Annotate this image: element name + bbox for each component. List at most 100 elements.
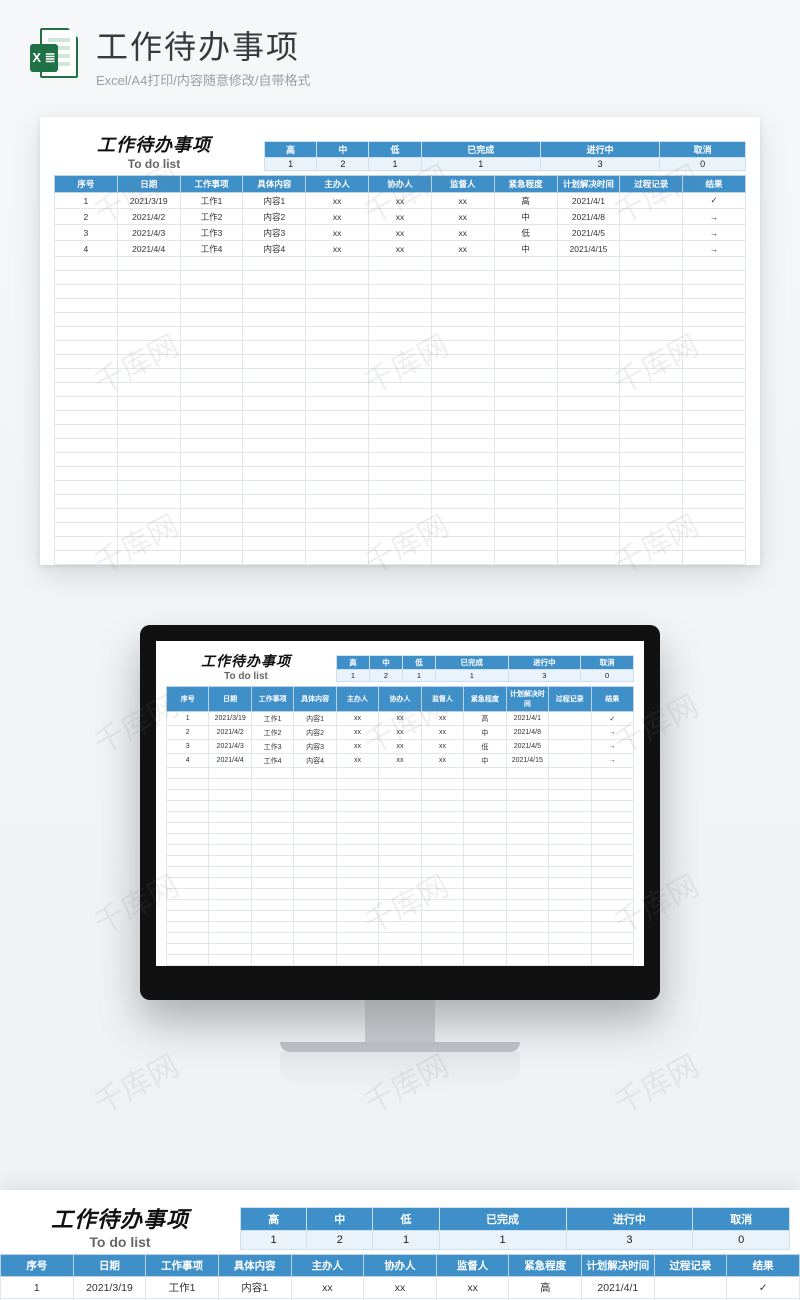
table-cell: xx bbox=[421, 726, 463, 740]
table-cell: xx bbox=[306, 225, 369, 241]
summary-header-cell: 进行中 bbox=[508, 656, 581, 670]
table-cell: 4 bbox=[55, 241, 118, 257]
table-cell: xx bbox=[421, 740, 463, 754]
table-cell: 2021/4/8 bbox=[557, 209, 620, 225]
table-cell: 2021/4/5 bbox=[557, 225, 620, 241]
summary-value-cell: 3 bbox=[540, 158, 659, 171]
column-header: 结果 bbox=[683, 176, 746, 193]
summary-header-cell: 中 bbox=[307, 1208, 373, 1231]
sheet-title-cn: 工作待办事项 bbox=[166, 651, 326, 671]
summary-value-cell: 0 bbox=[660, 158, 746, 171]
table-cell: 内容4 bbox=[243, 241, 306, 257]
column-header: 序号 bbox=[167, 687, 209, 712]
table-cell: xx bbox=[379, 740, 421, 754]
summary-header-cell: 中 bbox=[317, 142, 369, 158]
table-cell: xx bbox=[306, 193, 369, 209]
table-cell: 2021/4/4 bbox=[117, 241, 180, 257]
empty-row bbox=[55, 313, 746, 327]
empty-row bbox=[167, 867, 634, 878]
summary-value-cell: 1 bbox=[436, 670, 509, 682]
column-header: 计划解决时间 bbox=[582, 1255, 655, 1277]
empty-row bbox=[167, 933, 634, 944]
column-header: 日期 bbox=[117, 176, 180, 193]
empty-row bbox=[55, 537, 746, 551]
table-cell: 内容1 bbox=[218, 1277, 291, 1299]
summary-value-cell: 0 bbox=[581, 670, 634, 682]
column-header: 具体内容 bbox=[294, 687, 336, 712]
table-cell: xx bbox=[379, 726, 421, 740]
empty-row bbox=[55, 285, 746, 299]
main-table: 序号日期工作事项具体内容主办人协办人监督人紧急程度计划解决时间过程记录结果 12… bbox=[54, 175, 746, 565]
table-cell: xx bbox=[431, 209, 494, 225]
table-cell: → bbox=[683, 241, 746, 257]
column-header: 过程记录 bbox=[549, 687, 591, 712]
table-cell: 2 bbox=[55, 209, 118, 225]
summary-header-cell: 已完成 bbox=[436, 656, 509, 670]
table-cell: 工作2 bbox=[180, 209, 243, 225]
summary-header-cell: 高 bbox=[265, 142, 317, 158]
table-cell: 工作3 bbox=[251, 740, 293, 754]
table-cell: xx bbox=[379, 712, 421, 726]
table-cell: 工作2 bbox=[251, 726, 293, 740]
table-cell: 2021/4/15 bbox=[506, 754, 548, 768]
summary-value-cell: 3 bbox=[566, 1231, 693, 1250]
column-header: 主办人 bbox=[336, 687, 378, 712]
table-row: 32021/4/3工作3内容3xxxxxx低2021/4/5→ bbox=[55, 225, 746, 241]
monitor-mockup: 工作待办事项 To do list 高中低已完成进行中取消 121130 序号日… bbox=[0, 625, 800, 1092]
empty-row bbox=[55, 439, 746, 453]
table-cell bbox=[549, 712, 591, 726]
summary-header-cell: 进行中 bbox=[540, 142, 659, 158]
column-header: 协办人 bbox=[364, 1255, 437, 1277]
table-cell: 高 bbox=[464, 712, 506, 726]
summary-value-cell: 2 bbox=[370, 670, 403, 682]
empty-row bbox=[55, 481, 746, 495]
table-cell: xx bbox=[291, 1277, 364, 1299]
column-header: 监督人 bbox=[436, 1255, 509, 1277]
table-row: 12021/3/19工作1内容1xxxxxx高2021/4/1✓ bbox=[55, 193, 746, 209]
summary-value-cell: 2 bbox=[317, 158, 369, 171]
empty-row bbox=[55, 467, 746, 481]
column-header: 过程记录 bbox=[620, 176, 683, 193]
column-header: 工作事项 bbox=[180, 176, 243, 193]
empty-row bbox=[55, 369, 746, 383]
column-header: 工作事项 bbox=[251, 687, 293, 712]
empty-row bbox=[167, 922, 634, 933]
table-cell: 内容1 bbox=[294, 712, 336, 726]
table-cell: xx bbox=[379, 754, 421, 768]
table-cell bbox=[549, 740, 591, 754]
table-row: 12021/3/19工作1内容1xxxxxx高2021/4/1✓ bbox=[167, 712, 634, 726]
table-cell: xx bbox=[369, 225, 432, 241]
table-cell: 2021/4/3 bbox=[117, 225, 180, 241]
empty-row bbox=[55, 425, 746, 439]
summary-value-row: 121130 bbox=[337, 670, 634, 682]
table-cell: xx bbox=[336, 754, 378, 768]
empty-row bbox=[55, 397, 746, 411]
table-cell: 2021/4/1 bbox=[506, 712, 548, 726]
column-header: 序号 bbox=[1, 1255, 74, 1277]
table-cell: 中 bbox=[494, 209, 557, 225]
table-cell: 内容3 bbox=[243, 225, 306, 241]
table-cell bbox=[620, 193, 683, 209]
table-cell: ✓ bbox=[591, 712, 633, 726]
table-row: 42021/4/4工作4内容4xxxxxx中2021/4/15→ bbox=[55, 241, 746, 257]
table-cell: 2021/4/5 bbox=[506, 740, 548, 754]
excel-file-icon: X ≣ bbox=[30, 28, 78, 84]
summary-header-cell: 低 bbox=[369, 142, 421, 158]
empty-row bbox=[167, 812, 634, 823]
table-cell: ✓ bbox=[727, 1277, 800, 1299]
table-cell: 内容1 bbox=[243, 193, 306, 209]
summary-header-row: 高中低已完成进行中取消 bbox=[337, 656, 634, 670]
table-cell: → bbox=[591, 754, 633, 768]
table-cell: xx bbox=[431, 225, 494, 241]
summary-value-cell: 1 bbox=[241, 1231, 307, 1250]
empty-row bbox=[55, 509, 746, 523]
table-cell bbox=[549, 754, 591, 768]
summary-header-cell: 已完成 bbox=[421, 142, 540, 158]
column-header: 日期 bbox=[73, 1255, 146, 1277]
table-cell: 中 bbox=[464, 754, 506, 768]
table-cell: 2021/4/1 bbox=[557, 193, 620, 209]
empty-row bbox=[167, 856, 634, 867]
empty-row bbox=[167, 878, 634, 889]
table-cell: 中 bbox=[464, 726, 506, 740]
summary-value-cell: 1 bbox=[265, 158, 317, 171]
